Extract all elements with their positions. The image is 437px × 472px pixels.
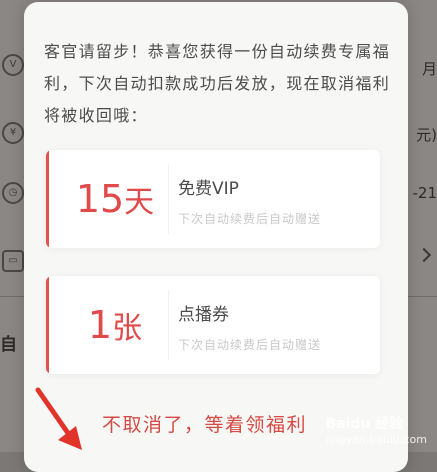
bg-month-text: 月 [422, 58, 437, 79]
benefit-card-vip: 15天 免费VIP 下次自动续费后自动赠送 [46, 150, 380, 248]
dialog-message: 客官请留步！恭喜您获得一份自动续费专属福利，下次自动扣款成功后发放，现在取消福利… [44, 36, 394, 132]
card-divider [168, 164, 169, 234]
benefit-value: 1张 [60, 276, 170, 374]
chevron-right-icon[interactable] [417, 248, 431, 262]
card-divider [168, 290, 169, 360]
v-icon: V [2, 54, 24, 76]
card-accent [46, 276, 49, 374]
keep-subscription-button[interactable]: 不取消了，等着领福利 [102, 410, 307, 437]
bg-price-text: 元) [416, 124, 437, 145]
arrow-annotation-icon [30, 384, 90, 452]
watermark: Baidu 经验 jingyan.baidu.com [325, 413, 427, 446]
benefit-subtitle: 下次自动续费后自动赠送 [178, 336, 321, 353]
card-accent [46, 150, 49, 248]
benefit-title: 免费VIP [178, 174, 239, 199]
watermark-logo: Baidu 经验 [325, 416, 403, 432]
clock-icon: ◷ [2, 182, 24, 204]
card-icon: ▭ [2, 250, 24, 272]
benefit-title: 点播券 [178, 300, 229, 325]
yen-icon: ¥ [2, 122, 24, 144]
benefit-subtitle: 下次自动续费后自动赠送 [178, 210, 321, 227]
benefit-value-unit: 天 [124, 177, 154, 221]
bg-section-label: 自 [0, 330, 17, 355]
benefit-card-coupon: 1张 点播券 下次自动续费后自动赠送 [46, 276, 380, 374]
benefit-value: 15天 [60, 150, 170, 248]
benefit-value-number: 1 [88, 303, 112, 347]
benefit-value-number: 15 [76, 177, 124, 221]
benefit-value-unit: 张 [112, 303, 142, 347]
bg-date-text: -21 [413, 184, 437, 202]
watermark-url: jingyan.baidu.com [325, 433, 427, 446]
